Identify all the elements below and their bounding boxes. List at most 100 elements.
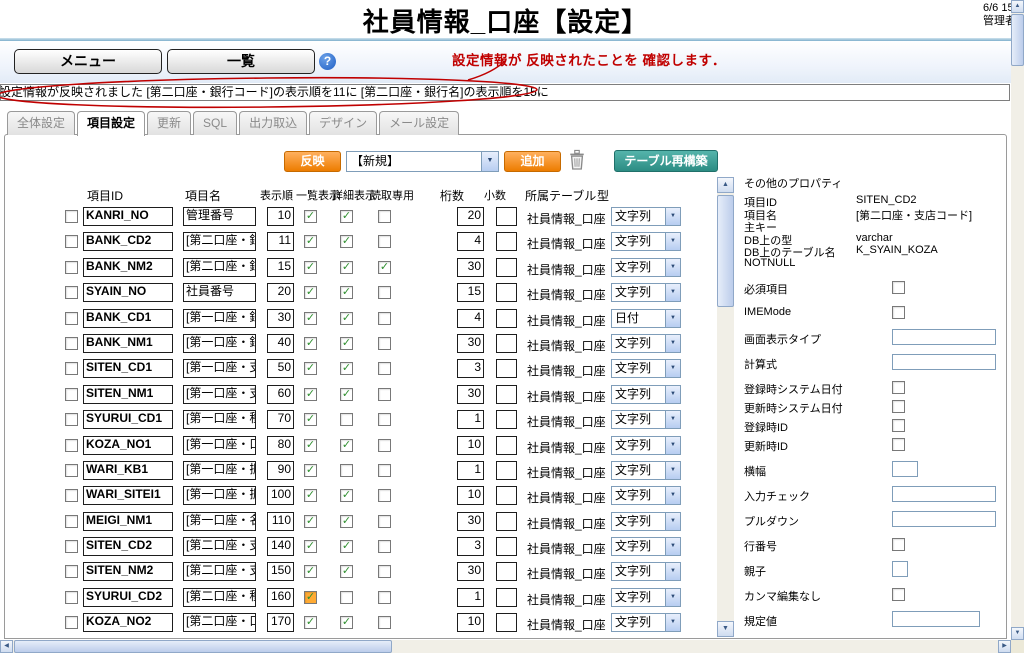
readonly-checkbox[interactable] [378,336,391,350]
prop-checkbox[interactable] [892,538,905,551]
table-scrollbar-thumb[interactable] [717,195,734,307]
scroll-up-icon[interactable]: ▲ [717,177,734,193]
readonly-checkbox[interactable] [378,616,391,630]
display-order-input[interactable]: 160 [267,587,294,607]
digits-input[interactable]: 4 [457,308,484,328]
detail-display-checkbox[interactable]: ✓ [340,235,353,249]
decimals-input[interactable] [496,511,517,531]
prop-input[interactable] [892,486,996,502]
digits-input[interactable]: 30 [457,257,484,277]
list-display-checkbox[interactable]: ✓ [304,362,317,376]
field-name-input[interactable]: [第一口座・口 [183,435,256,455]
field-name-input[interactable]: [第二口座・種 [183,587,256,607]
list-display-checkbox[interactable]: ✓ [304,489,317,503]
field-name-input[interactable]: [第一口座・種 [183,410,256,430]
field-id-input[interactable]: SITEN_NM2 [83,562,173,582]
decimals-input[interactable] [496,333,517,353]
tab-overall-settings[interactable]: 全体設定 [7,111,76,135]
field-name-input[interactable]: [第一口座・支 [183,359,256,379]
display-order-input[interactable]: 15 [267,257,294,277]
detail-display-checkbox[interactable] [340,413,353,427]
decimals-input[interactable] [496,587,517,607]
decimals-input[interactable] [496,613,517,633]
list-display-checkbox[interactable]: ✓ [304,286,317,300]
page-hscrollbar-track[interactable] [13,640,998,653]
display-order-input[interactable]: 100 [267,486,294,506]
detail-display-checkbox[interactable]: ✓ [340,489,353,503]
row-select-checkbox[interactable] [65,489,78,503]
digits-input[interactable]: 20 [457,207,484,226]
decimals-input[interactable] [496,460,517,480]
readonly-checkbox[interactable] [378,311,391,325]
page-vscrollbar-track[interactable] [1011,13,1024,627]
prop-input[interactable] [892,611,980,627]
field-id-input[interactable]: WARI_SITEI1 [83,486,173,506]
readonly-checkbox[interactable] [378,489,391,503]
prop-input[interactable] [892,511,996,527]
field-id-input[interactable]: MEIGI_NM1 [83,511,173,531]
digits-input[interactable]: 1 [457,460,484,480]
type-select[interactable]: 文字列 ▼ [611,384,681,404]
type-select[interactable]: 文字列 ▼ [611,613,681,633]
type-select[interactable]: 文字列 ▼ [611,460,681,480]
field-id-input[interactable]: SYURUI_CD2 [83,587,173,607]
table-scrollbar-track[interactable] [717,193,734,621]
type-select[interactable]: 文字列 ▼ [611,537,681,557]
digits-input[interactable]: 15 [457,283,484,303]
type-select[interactable]: 文字列 ▼ [611,486,681,506]
display-order-input[interactable]: 140 [267,537,294,557]
row-select-checkbox[interactable] [65,311,78,325]
detail-display-checkbox[interactable]: ✓ [340,438,353,452]
prop-checkbox[interactable] [892,588,905,601]
readonly-checkbox[interactable] [378,210,391,223]
tab-output-import[interactable]: 出力取込 [239,111,308,135]
field-name-input[interactable]: [第一口座・振 [183,460,256,480]
menu-button[interactable]: メニュー [14,49,162,74]
prop-checkbox[interactable] [892,438,905,451]
readonly-checkbox[interactable] [378,514,391,528]
page-vscrollbar-thumb[interactable] [1011,14,1024,66]
field-id-input[interactable]: SYAIN_NO [83,283,173,303]
decimals-input[interactable] [496,207,517,226]
field-name-input[interactable]: [第二口座・支 [183,562,256,582]
digits-input[interactable]: 10 [457,486,484,506]
detail-display-checkbox[interactable]: ✓ [340,260,353,274]
decimals-input[interactable] [496,232,517,252]
display-order-input[interactable]: 20 [267,283,294,303]
field-id-input[interactable]: WARI_KB1 [83,460,173,480]
field-name-input[interactable]: [第一口座・銀 [183,333,256,353]
readonly-checkbox[interactable]: ✓ [378,260,391,274]
detail-display-checkbox[interactable]: ✓ [340,210,353,223]
digits-input[interactable]: 4 [457,232,484,252]
list-display-checkbox[interactable]: ✓ [304,387,317,401]
list-display-checkbox[interactable]: ✓ [304,514,317,528]
row-select-checkbox[interactable] [65,590,78,604]
list-display-checkbox[interactable]: ✓ [304,413,317,427]
field-id-input[interactable]: BANK_CD2 [83,232,173,252]
type-select[interactable]: 文字列 ▼ [611,207,681,226]
list-button[interactable]: 一覧 [167,49,315,74]
row-select-checkbox[interactable] [65,514,78,528]
decimals-input[interactable] [496,537,517,557]
field-name-input[interactable]: 管理番号 [183,207,256,226]
prop-checkbox[interactable] [892,381,905,394]
display-order-input[interactable]: 150 [267,562,294,582]
field-id-input[interactable]: BANK_CD1 [83,308,173,328]
detail-display-checkbox[interactable]: ✓ [340,362,353,376]
prop-input[interactable] [892,354,996,370]
digits-input[interactable]: 1 [457,587,484,607]
list-display-checkbox[interactable]: ✓ [304,438,317,452]
page-scroll-left-icon[interactable]: ◀ [0,640,13,653]
page-scroll-up-icon[interactable]: ▲ [1011,0,1024,13]
prop-checkbox[interactable] [892,281,905,294]
digits-input[interactable]: 10 [457,613,484,633]
detail-display-checkbox[interactable]: ✓ [340,540,353,554]
display-order-input[interactable]: 30 [267,308,294,328]
row-select-checkbox[interactable] [65,616,78,630]
type-select[interactable]: 文字列 ▼ [611,359,681,379]
apply-button[interactable]: 反映 [284,151,341,172]
decimals-input[interactable] [496,283,517,303]
detail-display-checkbox[interactable]: ✓ [340,514,353,528]
readonly-checkbox[interactable] [378,362,391,376]
field-name-input[interactable]: [第一口座・銀 [183,308,256,328]
